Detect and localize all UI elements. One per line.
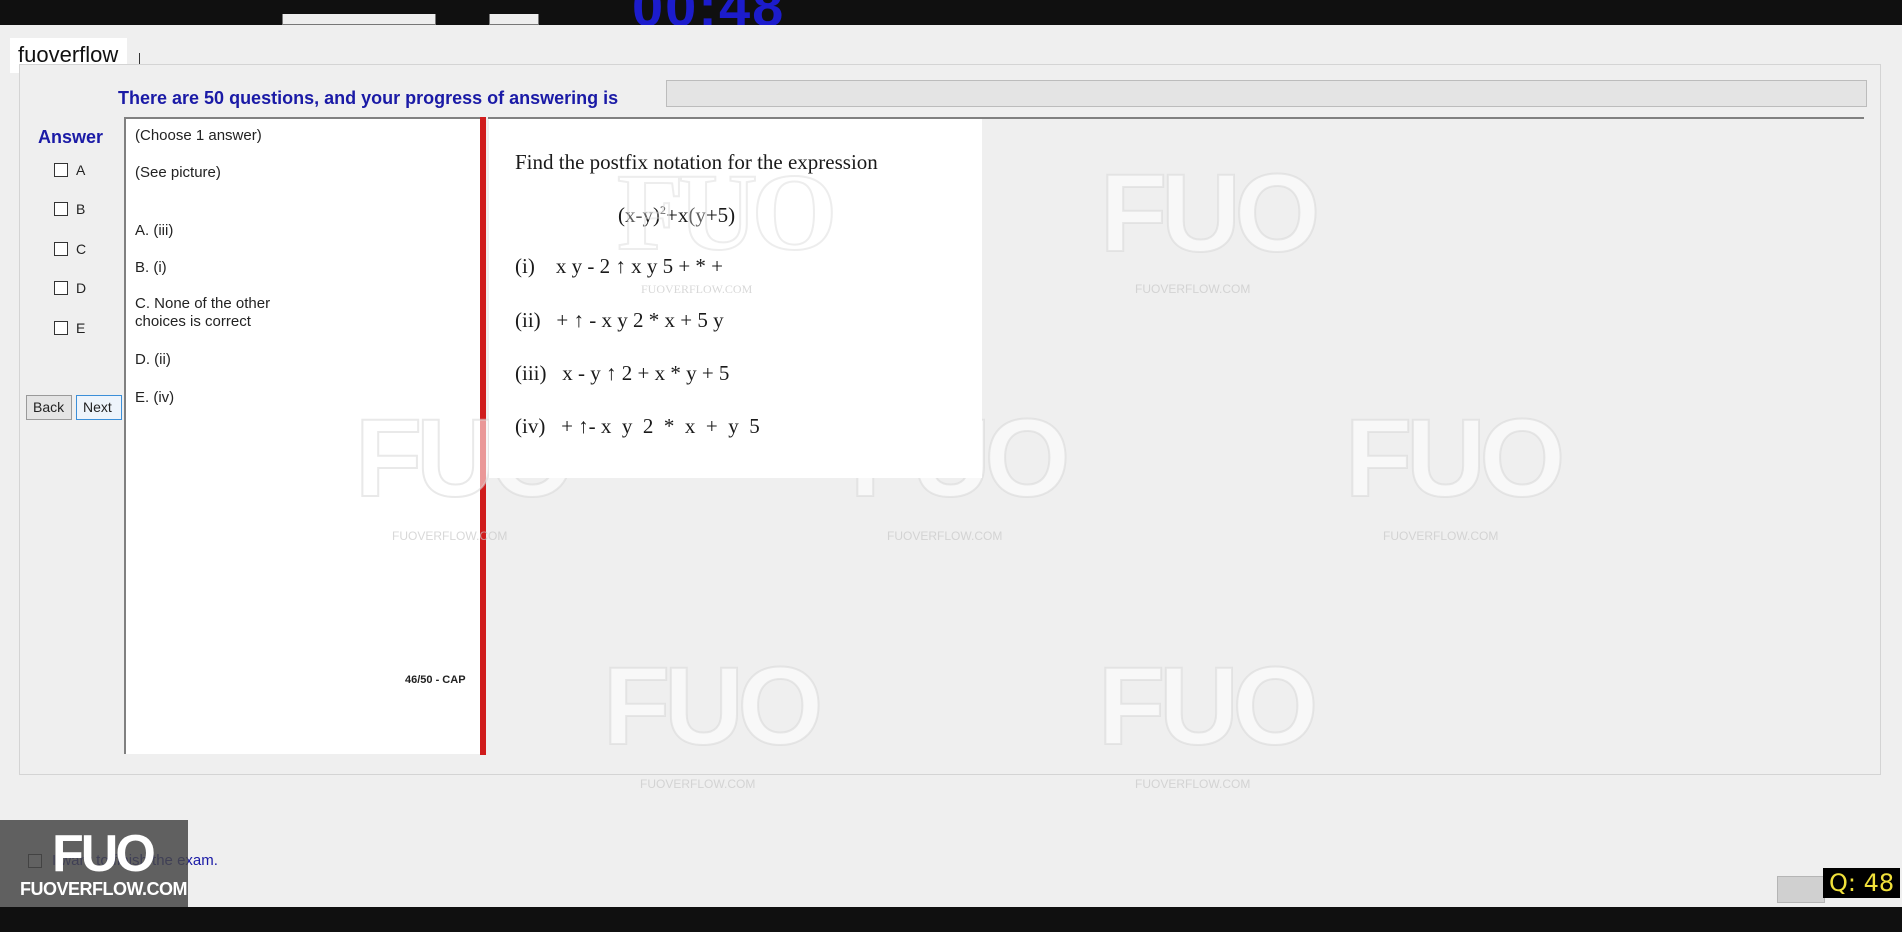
logo-text: FUOVERFLOW.COM: [20, 879, 188, 899]
expression-base: (x-y): [618, 203, 660, 227]
watermark-site: FUOVERFLOW.COM: [641, 282, 753, 296]
next-button[interactable]: Next: [76, 395, 122, 420]
choice-text: A. (iii): [135, 222, 174, 239]
top-bar: 00:48: [0, 0, 1902, 25]
question-expression: (x-y)2+x(y+5): [618, 203, 735, 228]
answer-option-label: D: [76, 280, 87, 296]
checkbox[interactable]: [54, 202, 68, 216]
question-item-i: (i) x y - 2 ↑ x y 5 + * +: [515, 254, 724, 278]
checkbox[interactable]: [54, 281, 68, 295]
choice-b: B. (i): [135, 259, 167, 277]
choice-a: A. (iii): [135, 222, 173, 240]
question-image: Find the postfix notation for the expres…: [489, 119, 982, 478]
answer-option-label: B: [76, 201, 86, 217]
progress-bar: [666, 80, 1867, 107]
answer-option-c[interactable]: C: [54, 241, 86, 257]
question-title: Find the postfix notation for the expres…: [515, 150, 878, 174]
expression-rest: +x(y+5): [665, 203, 736, 227]
page-tag: 46/50 - CAP: [405, 674, 466, 686]
hidden-zoom-box[interactable]: [489, 14, 539, 25]
choose-instruction: (Choose 1 answer): [135, 127, 262, 144]
question-item-ii: (ii) + ↑ - x y 2 * x + 5 y: [515, 308, 724, 332]
watermark-logo-badge: FUO FUOVERFLOW.COM: [0, 820, 188, 907]
answer-option-a[interactable]: A: [54, 162, 85, 178]
answer-option-label: E: [76, 320, 86, 336]
progress-label: There are 50 questions, and your progres…: [118, 88, 619, 108]
answer-title: Answer: [38, 127, 104, 147]
question-counter: Q: 48: [1823, 868, 1901, 898]
answer-option-e[interactable]: E: [54, 320, 85, 336]
logo-mark: FUO: [52, 825, 156, 883]
choice-d: D. (ii): [135, 351, 171, 369]
hidden-dropdown[interactable]: [282, 14, 436, 25]
choices-panel: (Choose 1 answer) (See picture) A. (iii)…: [124, 117, 480, 754]
panel-splitter[interactable]: [480, 117, 486, 755]
choice-text: D. (ii): [135, 351, 171, 368]
bottom-bar: [0, 907, 1902, 932]
choice-text: C. None of the other: [135, 295, 271, 312]
choice-e: E. (iv): [135, 389, 174, 407]
choice-c: C. None of the other choices is correct: [135, 295, 270, 331]
answer-option-b[interactable]: B: [54, 201, 85, 217]
choice-text: E. (iv): [135, 389, 175, 406]
see-picture-note: (See picture): [135, 164, 221, 181]
checkbox[interactable]: [54, 163, 68, 177]
watermark-site: FUOVERFLOW.COM: [1135, 777, 1251, 791]
choice-text-continued: choices is correct: [135, 313, 251, 330]
question-item-iii: (iii) x - y ↑ 2 + x * y + 5: [515, 361, 730, 385]
answer-option-label: A: [76, 162, 86, 178]
checkbox[interactable]: [54, 242, 68, 256]
status-box: [1777, 876, 1825, 903]
answer-option-label: C: [76, 241, 87, 257]
exam-timer: 00:48: [632, 0, 785, 25]
checkbox[interactable]: [54, 321, 68, 335]
choice-text: B. (i): [135, 259, 167, 276]
answer-option-d[interactable]: D: [54, 280, 86, 296]
back-button[interactable]: Back: [26, 395, 72, 420]
question-item-iv: (iv) + ↑- x y 2 * x + y 5: [515, 414, 760, 438]
watermark-site: FUOVERFLOW.COM: [640, 777, 756, 791]
